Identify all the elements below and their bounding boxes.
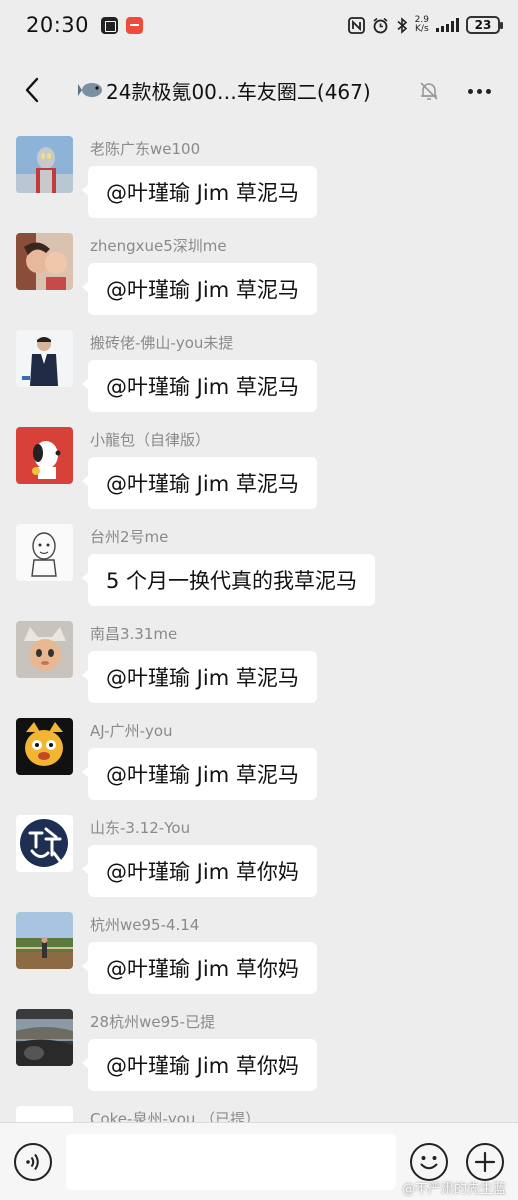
suit-man-avatar[interactable] xyxy=(16,330,73,387)
outdoor-avatar[interactable] xyxy=(16,912,73,969)
emoji-icon xyxy=(420,1156,438,1170)
sender-name: 老陈广东we100 xyxy=(90,140,201,158)
message-bubble[interactable]: 5 个月一换代真的我草泥马 xyxy=(81,554,376,606)
message-bubble[interactable]: @叶瑾瑜 Jim 草你妈 xyxy=(82,845,317,897)
red-app-icon xyxy=(126,16,144,34)
more-button[interactable] xyxy=(462,78,496,104)
message-bubble[interactable]: @叶瑾瑜 Jim 草泥马 xyxy=(82,263,317,315)
car-interior-avatar[interactable] xyxy=(16,1009,73,1066)
ultraman-avatar[interactable] xyxy=(16,136,73,193)
more-icon-dot xyxy=(476,88,482,94)
chat-message: 28杭州we95-已提 @叶瑾瑜 Jim 草你妈 xyxy=(0,1003,518,1100)
net-speed-unit: K/s xyxy=(415,24,429,34)
back-button[interactable] xyxy=(18,74,46,106)
emoji-button[interactable] xyxy=(410,1143,448,1181)
cartoon-dog-avatar[interactable] xyxy=(16,718,73,775)
watermark: @不严肃的先生蓝 xyxy=(401,1182,506,1197)
message-input[interactable] xyxy=(66,1134,396,1190)
message-bubble[interactable]: @叶瑾瑜 Jim 草泥马 xyxy=(82,748,317,800)
notification-app-icon xyxy=(101,16,119,34)
sender-name: 山东-3.12-You xyxy=(90,819,191,837)
signal-icon xyxy=(436,18,459,32)
battery-level: 23 xyxy=(474,18,492,32)
net-speed: 2.9 K/s xyxy=(415,16,429,34)
sender-name: zhengxue5深圳me xyxy=(90,237,227,255)
chat-message: 老陈广东we100 @叶瑾瑜 Jim 草泥马 xyxy=(0,130,518,227)
white-avatar[interactable] xyxy=(16,1106,73,1122)
chat-message: AJ-广州-you @叶瑾瑜 Jim 草泥马 xyxy=(0,712,518,809)
status-right-group: 2.9 K/s 23 xyxy=(347,16,503,34)
sender-name: Coke-泉州-you （已提） xyxy=(90,1110,261,1122)
sender-name: 搬砖佬-佛山-you未提 xyxy=(90,334,234,352)
bluetooth-icon xyxy=(397,16,407,34)
chat-title-text: 24款极氪00…车友圈二(467) xyxy=(106,79,371,104)
status-time: 20:30 xyxy=(26,13,90,37)
alarm-icon xyxy=(373,17,388,33)
chat-message: zhengxue5深圳me @叶瑾瑜 Jim 草泥马 xyxy=(0,227,518,324)
chat-message: 小龍包（自律版） @叶瑾瑜 Jim 草泥马 xyxy=(0,421,518,518)
message-bubble[interactable]: @叶瑾瑜 Jim 草泥马 xyxy=(82,166,317,218)
message-bubble[interactable]: @叶瑾瑜 Jim 草你妈 xyxy=(82,942,317,994)
chat-message: 台州2号me 5 个月一换代真的我草泥马 xyxy=(0,518,518,615)
chat-message: 搬砖佬-佛山-you未提 @叶瑾瑜 Jim 草泥马 xyxy=(0,324,518,421)
chat-message: Coke-泉州-you （已提） xyxy=(0,1100,518,1122)
plus-button[interactable] xyxy=(466,1143,504,1181)
message-bubble[interactable]: @叶瑾瑜 Jim 草泥马 xyxy=(82,651,317,703)
mute-bell-icon xyxy=(420,82,438,100)
message-bubble[interactable]: @叶瑾瑜 Jim 草泥马 xyxy=(82,360,317,412)
sender-name: 杭州we95-4.14 xyxy=(90,916,200,934)
sender-name: 28杭州we95-已提 xyxy=(90,1013,216,1031)
voice-button[interactable] xyxy=(14,1143,52,1181)
chat-message: 南昌3.31me @叶瑾瑜 Jim 草泥马 xyxy=(0,615,518,712)
sender-name: AJ-广州-you xyxy=(90,722,173,740)
more-icon-dot xyxy=(467,88,473,94)
fish-emoji-icon xyxy=(78,83,102,97)
calligraphy-avatar[interactable] xyxy=(16,815,73,872)
nfc-icon xyxy=(347,16,365,34)
chat-message-list[interactable]: 老陈广东we100 @叶瑾瑜 Jim 草泥马 zhengxue5深圳me @叶瑾… xyxy=(0,130,518,1122)
cat-hat-avatar[interactable] xyxy=(16,621,73,678)
more-icon-dot xyxy=(485,88,491,94)
message-bubble[interactable]: @叶瑾瑜 Jim 草泥马 xyxy=(82,457,317,509)
back-arrow-icon xyxy=(25,77,39,103)
sender-name: 台州2号me xyxy=(90,528,169,546)
chat-message: 杭州we95-4.14 @叶瑾瑜 Jim 草你妈 xyxy=(0,906,518,1003)
chat-title[interactable]: 24款极氪00…车友圈二(467) xyxy=(78,74,438,106)
sender-name: 小龍包（自律版） xyxy=(90,431,211,449)
chat-header: 24款极氪00…车友圈二(467) xyxy=(0,50,518,130)
sender-name: 南昌3.31me xyxy=(90,625,178,643)
voice-icon xyxy=(26,1153,39,1171)
chat-message: 山东-3.12-You @叶瑾瑜 Jim 草你妈 xyxy=(0,809,518,906)
status-bar: 20:30 2.9 K/s 23 xyxy=(0,0,518,50)
snoopy-avatar[interactable] xyxy=(16,427,73,484)
battery-icon: 23 xyxy=(466,16,503,34)
sketch-avatar[interactable] xyxy=(16,524,73,581)
message-bubble[interactable]: @叶瑾瑜 Jim 草你妈 xyxy=(82,1039,317,1091)
plus-icon xyxy=(474,1151,496,1173)
selfie-avatar[interactable] xyxy=(16,233,73,290)
